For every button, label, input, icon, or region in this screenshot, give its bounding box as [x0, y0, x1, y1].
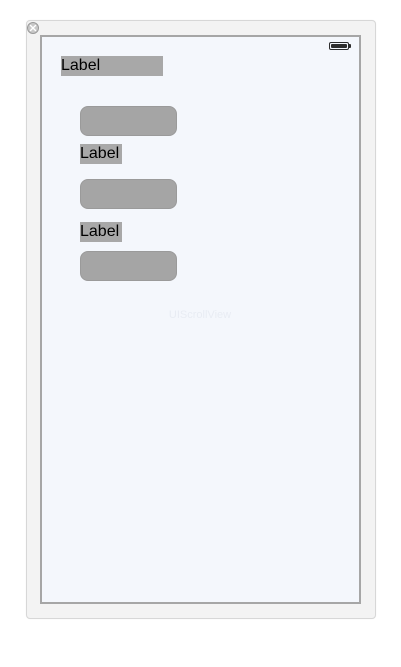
field-label-1: Label [80, 144, 122, 164]
battery-full-icon [329, 42, 351, 50]
scroll-view-placeholder-caption: UIScrollView [168, 309, 232, 321]
text-field-2[interactable] [80, 179, 177, 209]
text-field-1[interactable] [80, 106, 177, 136]
battery-fill [331, 44, 347, 48]
close-icon[interactable] [27, 22, 39, 34]
field-label-2: Label [80, 222, 122, 242]
ui-canvas: Label Label Label UIScrollView [0, 0, 401, 667]
text-field-3[interactable] [80, 251, 177, 281]
top-label: Label [61, 56, 163, 76]
